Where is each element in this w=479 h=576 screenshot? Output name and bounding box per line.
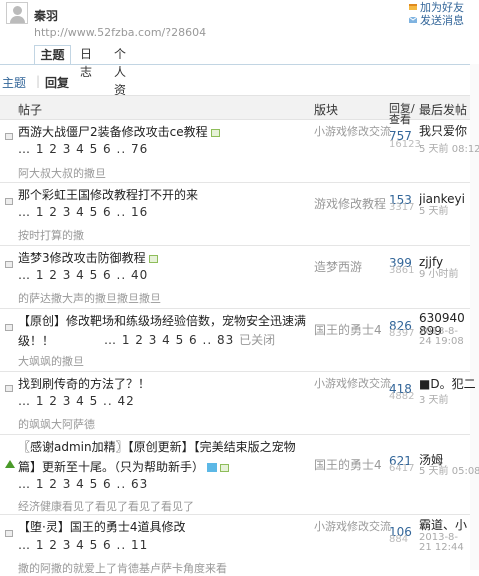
last-post-time[interactable]: 5 天前 08:12: [419, 140, 479, 155]
col-post: 帖子: [18, 103, 43, 117]
thread-icon: [5, 198, 13, 205]
last-post-time[interactable]: 2013-8-24 19:08: [419, 327, 469, 347]
thread-views: 3861: [389, 265, 415, 276]
row-divider: [0, 182, 470, 183]
thread-views: 6417: [389, 463, 415, 474]
thread-icon: [5, 385, 13, 392]
thread-icon: [5, 324, 13, 331]
thread-title[interactable]: 【堕·灵】国王的勇士4道具修改: [18, 517, 298, 537]
avatar[interactable]: [6, 2, 28, 24]
profile-header: 秦羽 http://www.52fzba.com/?28604 加为好友 发送消…: [0, 0, 479, 115]
thread-row: 【堕·灵】国王的勇士4道具修改 … 1 2 3 4 5 6 .. 11 撒的阿撒…: [0, 516, 479, 575]
add-friend-label: 加为好友: [420, 1, 464, 14]
row-divider: [0, 514, 470, 515]
image-icon: [207, 463, 218, 472]
thread-icon: [5, 261, 13, 268]
thread-preview: 的飒飒大阿萨德: [18, 418, 95, 431]
thread-forum[interactable]: 小游戏修改交流: [314, 123, 394, 141]
last-poster[interactable]: 霸道、小: [419, 519, 475, 532]
col-last-post: 最后发帖: [419, 103, 468, 117]
row-divider: [0, 308, 470, 309]
thread-row: 【原创】修改靶场和练级场经验倍数，宠物安全迅速满级！！ … 1 2 3 4 5 …: [0, 310, 479, 372]
thread-preview: 按时打算的撒: [18, 229, 84, 242]
thread-row: 那个彩虹王国修改教程打不开的来 … 1 2 3 4 5 6 .. 16 按时打算…: [0, 184, 479, 246]
thread-forum[interactable]: 国王的勇士4: [314, 321, 394, 339]
thread-row: 西游大战僵尸2装备修改攻击ce教程 … 1 2 3 4 5 6 .. 76 阿大…: [0, 121, 479, 183]
thread-pages[interactable]: … 1 2 3 4 5 6 .. 16: [18, 205, 148, 219]
send-message-label: 发送消息: [420, 14, 464, 27]
last-poster[interactable]: ■D。犯二少年: [419, 378, 475, 391]
thread-title[interactable]: 西游大战僵尸2装备修改攻击ce教程: [18, 122, 298, 142]
thread-views: 8397: [389, 328, 415, 339]
thread-pages[interactable]: … 1 2 3 4 5 .. 42: [18, 394, 135, 408]
thread-table-header: 帖子 版块 回复/查看 最后发帖: [0, 95, 479, 125]
thread-forum[interactable]: 造梦西游: [314, 258, 394, 276]
thread-preview: 阿大叔大叔的撒旦: [18, 167, 106, 180]
tab-blog[interactable]: 日志: [76, 45, 96, 79]
subnav-replies[interactable]: 回复: [45, 74, 69, 91]
last-post-time[interactable]: 9 小时前: [419, 265, 459, 280]
thread-title[interactable]: 那个彩虹王国修改教程打不开的来: [18, 185, 298, 205]
thread-views: 3317: [389, 202, 415, 213]
attachment-icon: [148, 254, 158, 263]
attachment-icon: [210, 128, 220, 137]
add-friend-link[interactable]: 加为好友: [409, 1, 464, 14]
thread-forum[interactable]: 游戏修改教程: [314, 195, 394, 213]
thread-icon: [5, 530, 13, 537]
attachment-icon: [220, 463, 230, 472]
tab-topics[interactable]: 主题: [34, 45, 71, 65]
tab-profile[interactable]: 个人资料: [110, 45, 130, 115]
row-divider: [0, 434, 470, 435]
thread-icon: [5, 133, 13, 140]
thread-forum[interactable]: 小游戏修改交流: [314, 375, 394, 393]
last-post-time[interactable]: 5 天前: [419, 202, 449, 217]
closed-label: 已关闭: [239, 333, 276, 347]
thread-row: 找到刷传奇的方法了？！ … 1 2 3 4 5 .. 42 的飒飒大阿萨德 小游…: [0, 373, 479, 435]
thread-pages[interactable]: … 1 2 3 4 5 6 .. 76: [18, 142, 148, 156]
thread-title[interactable]: 找到刷传奇的方法了？！: [18, 374, 298, 394]
tab-divider: [0, 64, 479, 65]
row-divider: [0, 245, 470, 246]
thread-row: 〖感谢admin加精〗【原创更新】【完美结束版之宠物篇】更新至十尾。（只为帮助新…: [0, 436, 479, 514]
thread-title[interactable]: 〖感谢admin加精〗【原创更新】【完美结束版之宠物篇】更新至十尾。（只为帮助新…: [18, 437, 298, 477]
up-arrow-icon: [5, 460, 15, 468]
thread-forum[interactable]: 国王的勇士4: [314, 456, 394, 474]
add-friend-icon: [409, 4, 417, 10]
thread-pages[interactable]: … 1 2 3 4 5 6 .. 83 已关闭: [104, 331, 275, 348]
profile-url[interactable]: http://www.52fzba.com/?28604: [34, 26, 206, 39]
thread-forum[interactable]: 小游戏修改交流: [314, 518, 394, 536]
thread-views: 884: [389, 534, 409, 545]
profile-actions: 加为好友 发送消息: [409, 1, 464, 27]
subnav-separator: |: [36, 74, 41, 88]
last-post-time[interactable]: 2013-8-21 12:44: [419, 533, 469, 553]
message-icon: [409, 16, 417, 23]
last-post-time[interactable]: 5 天前 05:08: [419, 462, 479, 477]
thread-pages[interactable]: … 1 2 3 4 5 6 .. 11: [18, 538, 148, 552]
thread-preview: 经济健康看见了看见了看见了看见了: [18, 500, 194, 513]
row-divider: [0, 371, 470, 372]
thread-views: 4882: [389, 391, 415, 402]
last-poster[interactable]: 我只爱你: [419, 125, 475, 138]
thread-pages[interactable]: … 1 2 3 4 5 6 .. 63: [18, 477, 148, 491]
thread-preview: 大飒飒的撒旦: [18, 355, 84, 368]
send-message-link[interactable]: 发送消息: [409, 14, 464, 27]
subnav-topics[interactable]: 主题: [2, 74, 26, 91]
username[interactable]: 秦羽: [34, 7, 58, 24]
thread-row: 造梦3修改攻击防御教程 … 1 2 3 4 5 6 .. 40 的萨达撒大声的撒…: [0, 247, 479, 309]
col-forum: 版块: [314, 103, 339, 117]
thread-views: 16123: [389, 139, 421, 150]
thread-preview: 的萨达撒大声的撒旦撒旦撒旦: [18, 292, 161, 305]
thread-preview: 撒的阿撒的就爱上了肯德基卢萨卡角度来看: [18, 562, 227, 575]
thread-title[interactable]: 造梦3修改攻击防御教程: [18, 248, 298, 268]
last-post-time[interactable]: 3 天前: [419, 391, 449, 406]
thread-pages[interactable]: … 1 2 3 4 5 6 .. 40: [18, 268, 148, 282]
